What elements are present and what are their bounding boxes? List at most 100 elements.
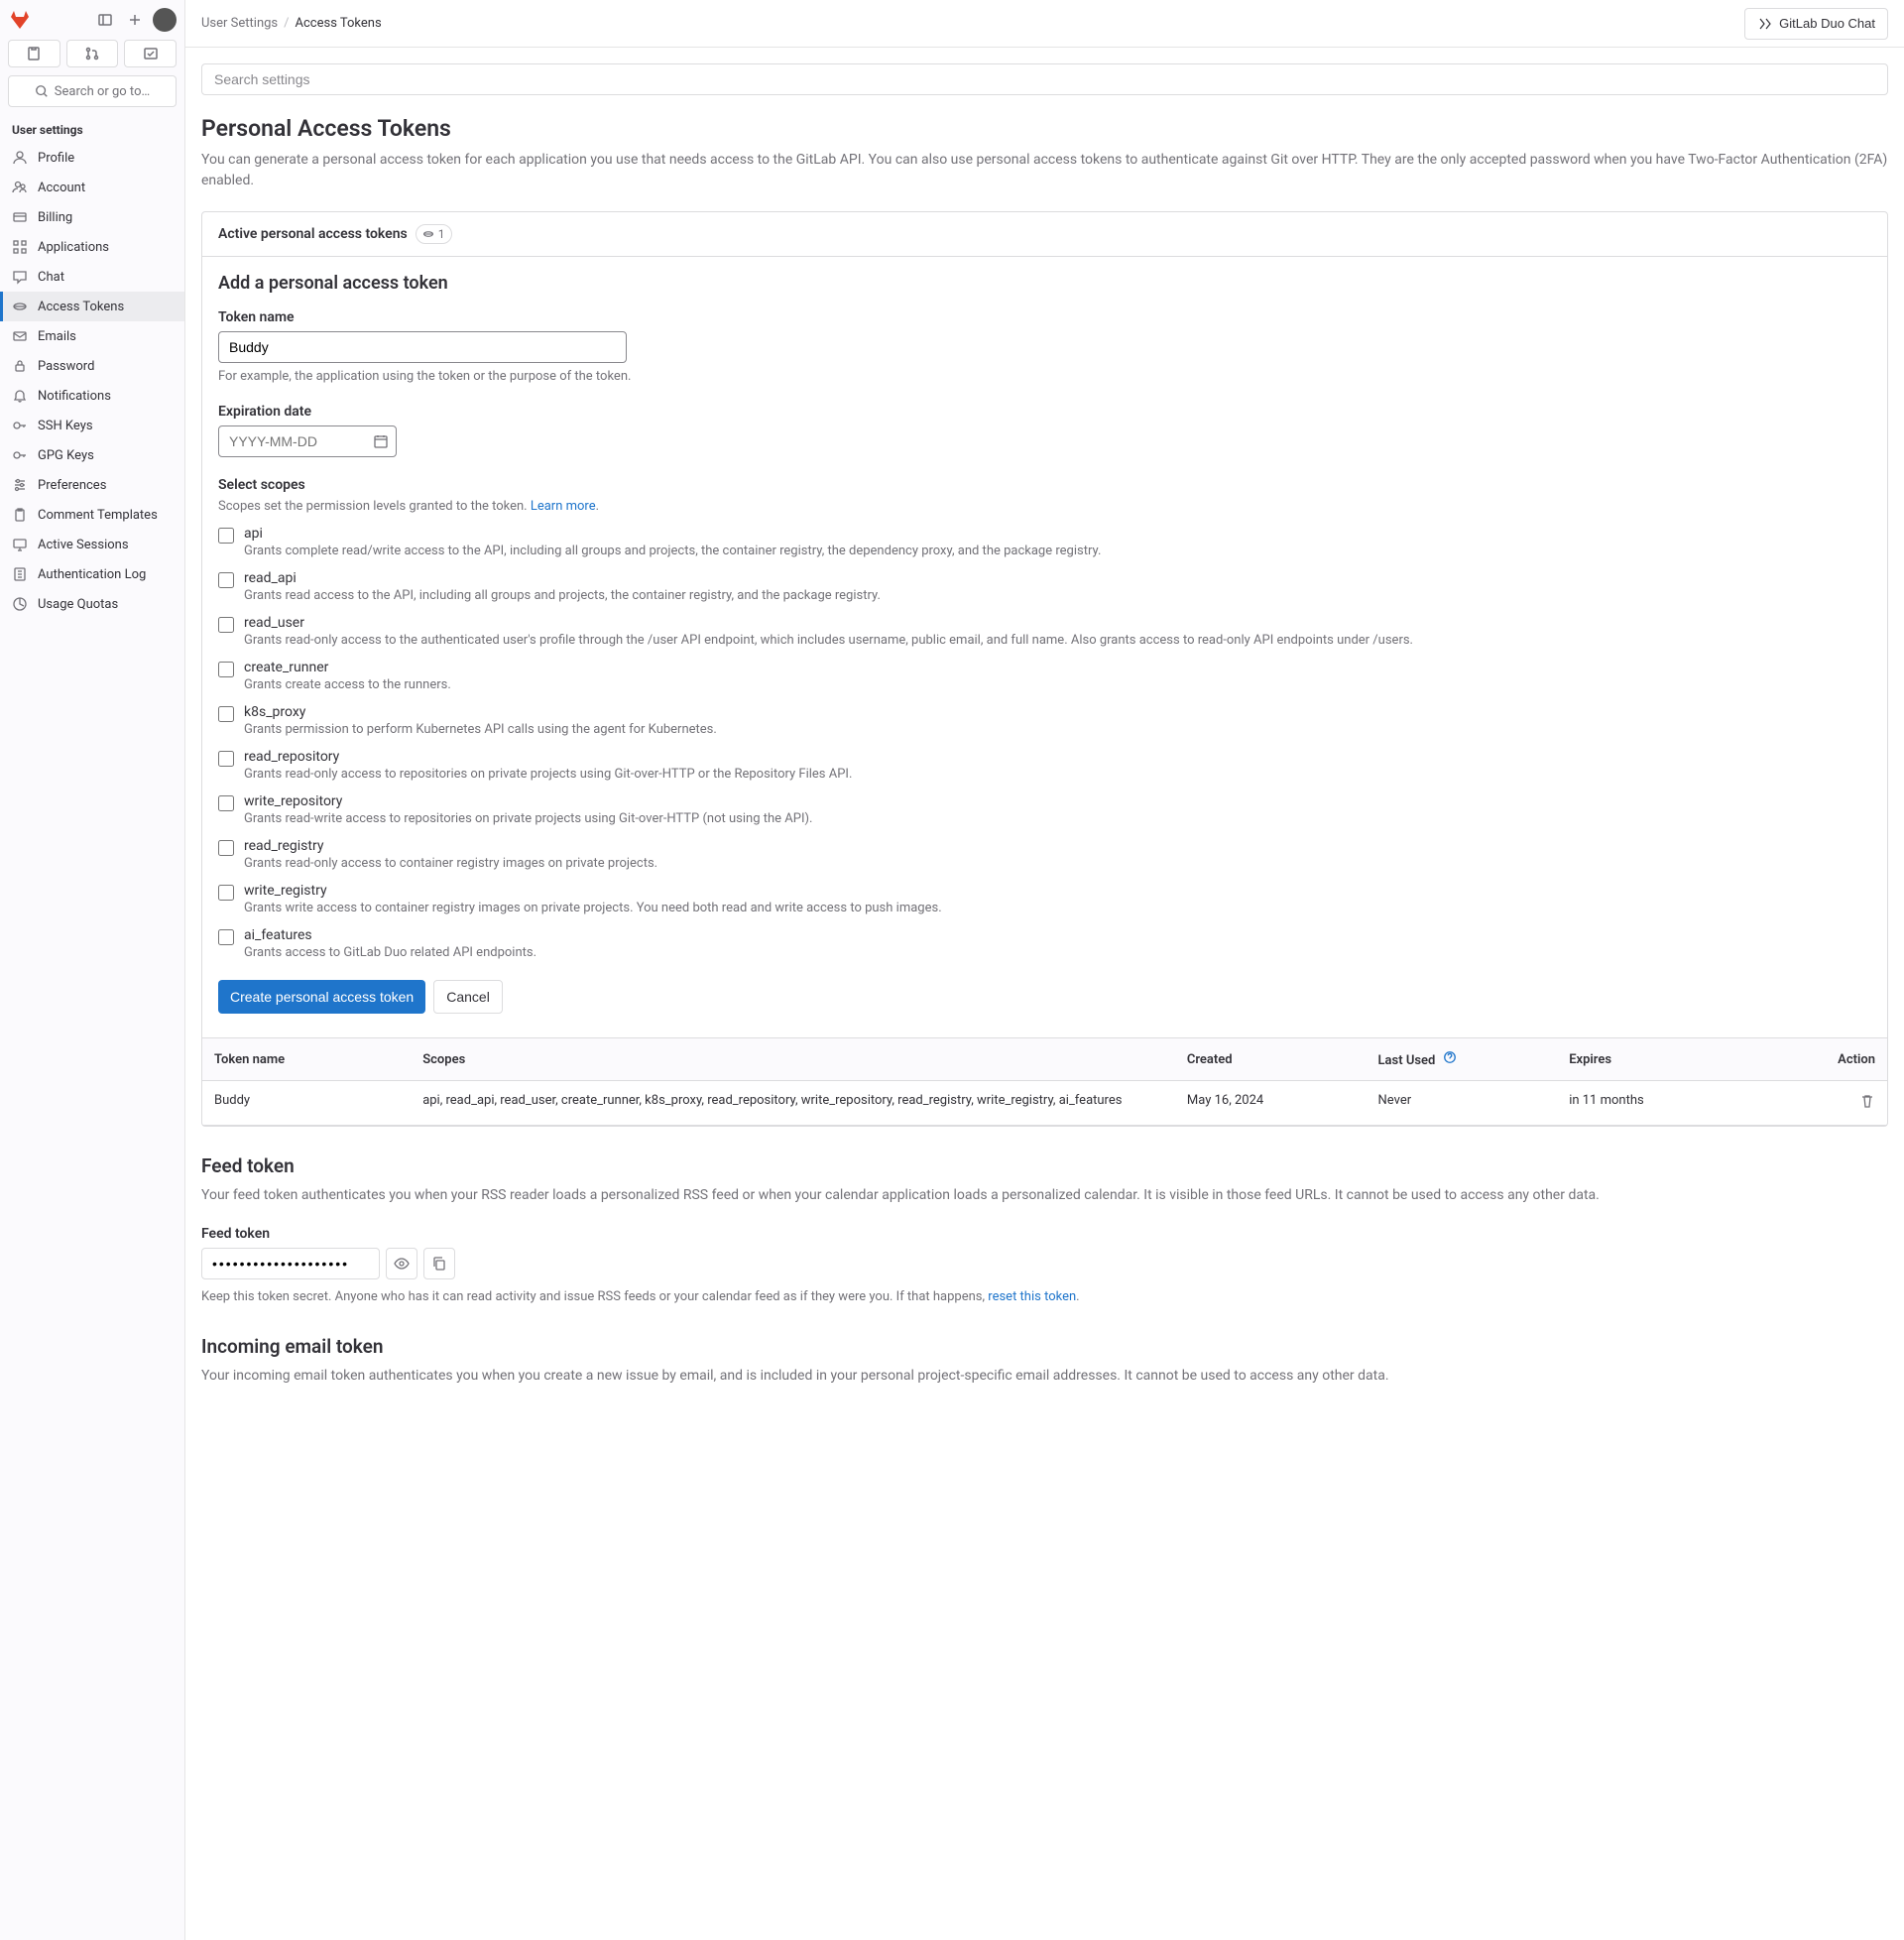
- sidebar-item-emails[interactable]: Emails: [0, 321, 184, 351]
- table-row: Buddyapi, read_api, read_user, create_ru…: [202, 1081, 1887, 1126]
- sidebar-item-label: Comment Templates: [38, 508, 158, 523]
- scope-desc: Grants read-only access to the authentic…: [244, 633, 1413, 648]
- create-token-button[interactable]: Create personal access token: [218, 980, 425, 1014]
- sidebar-item-usage-quotas[interactable]: Usage Quotas: [0, 589, 184, 619]
- sidebar-item-account[interactable]: Account: [0, 173, 184, 202]
- scope-name: write_repository: [244, 793, 812, 809]
- token-name-input[interactable]: [218, 331, 627, 363]
- sidebar-item-profile[interactable]: Profile: [0, 143, 184, 173]
- th-action: Action: [1748, 1038, 1887, 1081]
- email-icon: [12, 328, 28, 344]
- clipboard-icon: [12, 507, 28, 523]
- scope-desc: Grants permission to perform Kubernetes …: [244, 722, 717, 737]
- sidebar-item-label: Authentication Log: [38, 567, 146, 582]
- scope-row-ai_features: ai_featuresGrants access to GitLab Duo r…: [218, 927, 1871, 960]
- learn-more-link[interactable]: Learn more: [531, 499, 596, 514]
- th-expires: Expires: [1557, 1038, 1748, 1081]
- scope-checkbox-k8s_proxy[interactable]: [218, 706, 234, 722]
- scope-checkbox-read_registry[interactable]: [218, 840, 234, 856]
- scope-row-read_api: read_apiGrants read access to the API, i…: [218, 570, 1871, 603]
- sidebar-item-authentication-log[interactable]: Authentication Log: [0, 559, 184, 589]
- sidebar-item-label: Billing: [38, 210, 72, 225]
- sidebar-item-password[interactable]: Password: [0, 351, 184, 381]
- sidebar-item-access-tokens[interactable]: Access Tokens: [0, 292, 184, 321]
- sidebar-item-applications[interactable]: Applications: [0, 232, 184, 262]
- sidebar-item-comment-templates[interactable]: Comment Templates: [0, 500, 184, 530]
- scope-row-read_repository: read_repositoryGrants read-only access t…: [218, 749, 1871, 782]
- duo-chat-button[interactable]: GitLab Duo Chat: [1744, 8, 1888, 40]
- email-token-desc: Your incoming email token authenticates …: [201, 1366, 1888, 1387]
- search-settings-input[interactable]: [201, 63, 1888, 95]
- copy-icon: [431, 1256, 447, 1272]
- sidebar-item-label: Password: [38, 359, 94, 374]
- plus-icon[interactable]: [123, 8, 147, 32]
- scope-name: create_runner: [244, 660, 451, 675]
- scope-checkbox-ai_features[interactable]: [218, 929, 234, 945]
- expiration-input[interactable]: [218, 425, 397, 457]
- scope-checkbox-read_user[interactable]: [218, 617, 234, 633]
- row-name: Buddy: [202, 1081, 411, 1126]
- scopes-intro: Scopes set the permission levels granted…: [218, 499, 1871, 514]
- sidebar-item-gpg-keys[interactable]: GPG Keys: [0, 440, 184, 470]
- scope-checkbox-write_repository[interactable]: [218, 795, 234, 811]
- scope-name: api: [244, 526, 1101, 542]
- user-avatar[interactable]: [153, 8, 177, 32]
- key-icon: [12, 418, 28, 433]
- scope-checkbox-read_repository[interactable]: [218, 751, 234, 767]
- sidebar-item-preferences[interactable]: Preferences: [0, 470, 184, 500]
- scope-desc: Grants write access to container registr…: [244, 901, 942, 915]
- revoke-token-button[interactable]: [1859, 1093, 1875, 1109]
- sidebar: Search or go to… User settings ProfileAc…: [0, 0, 185, 1940]
- scope-checkbox-write_registry[interactable]: [218, 885, 234, 901]
- sidebar-search[interactable]: Search or go to…: [8, 75, 177, 107]
- tokens-panel: Active personal access tokens 1 Add a pe…: [201, 211, 1888, 1127]
- sidebar-item-active-sessions[interactable]: Active Sessions: [0, 530, 184, 559]
- expiration-label: Expiration date: [218, 404, 1871, 420]
- email-token-title: Incoming email token: [201, 1335, 1888, 1358]
- scope-row-read_registry: read_registryGrants read-only access to …: [218, 838, 1871, 871]
- tokens-panel-header[interactable]: Active personal access tokens 1: [202, 212, 1887, 257]
- sidebar-collapse-icon[interactable]: [93, 8, 117, 32]
- reset-token-link[interactable]: reset this token: [988, 1289, 1076, 1304]
- sidebar-item-notifications[interactable]: Notifications: [0, 381, 184, 411]
- token-name-help: For example, the application using the t…: [218, 369, 1871, 384]
- sidebar-item-label: SSH Keys: [38, 419, 93, 433]
- help-icon[interactable]: [1443, 1050, 1457, 1064]
- row-expires: in 11 months: [1557, 1081, 1748, 1126]
- merge-requests-shortcut-button[interactable]: [66, 40, 119, 67]
- cancel-button[interactable]: Cancel: [433, 980, 503, 1014]
- sidebar-item-label: Emails: [38, 329, 76, 344]
- sidebar-item-chat[interactable]: Chat: [0, 262, 184, 292]
- row-scopes: api, read_api, read_user, create_runner,…: [411, 1081, 1175, 1126]
- token-count-badge: 1: [416, 224, 452, 244]
- issues-shortcut-button[interactable]: [8, 40, 60, 67]
- scope-name: k8s_proxy: [244, 704, 717, 720]
- token-name-label: Token name: [218, 309, 1871, 325]
- th-scopes: Scopes: [411, 1038, 1175, 1081]
- sidebar-item-billing[interactable]: Billing: [0, 202, 184, 232]
- calendar-icon[interactable]: [373, 433, 389, 449]
- scope-name: read_registry: [244, 838, 657, 854]
- scope-checkbox-read_api[interactable]: [218, 572, 234, 588]
- scope-checkbox-api[interactable]: [218, 528, 234, 544]
- breadcrumb-parent[interactable]: User Settings: [201, 16, 278, 31]
- scope-name: read_api: [244, 570, 881, 586]
- profile-icon: [12, 150, 28, 166]
- reveal-token-button[interactable]: [386, 1248, 417, 1279]
- sidebar-item-ssh-keys[interactable]: SSH Keys: [0, 411, 184, 440]
- sidebar-item-label: Access Tokens: [38, 300, 124, 314]
- todos-shortcut-button[interactable]: [124, 40, 177, 67]
- form-title: Add a personal access token: [218, 273, 1871, 294]
- lock-icon: [12, 358, 28, 374]
- scope-row-read_user: read_user Grants read-only access to the …: [218, 615, 1871, 648]
- scope-name: read_user: [244, 615, 1413, 631]
- gitlab-logo[interactable]: [8, 8, 32, 32]
- scope-name: read_repository: [244, 749, 852, 765]
- tokens-table: Token name Scopes Created Last Used Expi…: [202, 1037, 1887, 1126]
- trash-icon: [1859, 1093, 1875, 1109]
- copy-token-button[interactable]: [423, 1248, 455, 1279]
- sidebar-item-label: Active Sessions: [38, 538, 129, 552]
- feed-token-input: [201, 1248, 380, 1279]
- scope-row-k8s_proxy: k8s_proxy Grants permission to perform Ku…: [218, 704, 1871, 737]
- scope-checkbox-create_runner[interactable]: [218, 662, 234, 677]
